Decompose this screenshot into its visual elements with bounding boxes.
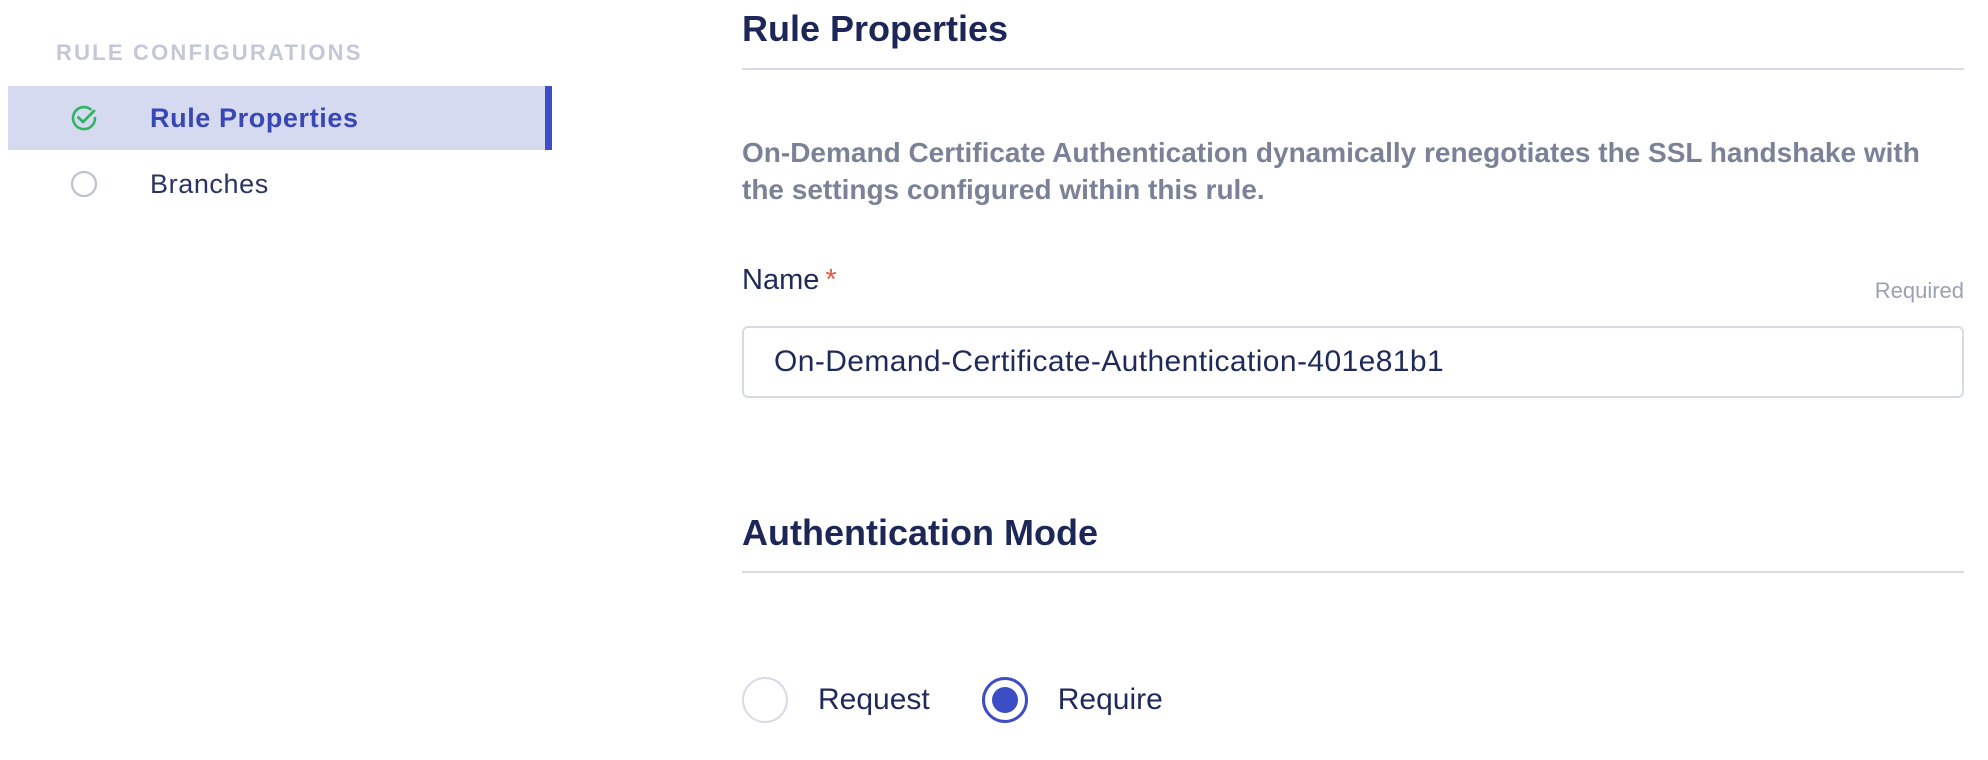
sidebar: RULE CONFIGURATIONS Rule Properties Bran… xyxy=(0,0,560,760)
main-content: Rule Properties On-Demand Certificate Au… xyxy=(742,0,1964,760)
sidebar-heading: RULE CONFIGURATIONS xyxy=(56,40,363,65)
authentication-mode-radio-group: Request Require xyxy=(742,676,1215,724)
authentication-mode-title: Authentication Mode xyxy=(742,512,1098,553)
rule-configuration-page: RULE CONFIGURATIONS Rule Properties Bran… xyxy=(0,0,1988,760)
sidebar-item-label: Rule Properties xyxy=(150,102,359,133)
sidebar-item-label: Branches xyxy=(150,168,269,199)
section-divider xyxy=(742,571,1964,573)
sidebar-item-branches[interactable]: Branches xyxy=(8,152,552,216)
empty-circle-icon xyxy=(69,169,99,199)
name-field-label: Name * xyxy=(742,264,837,297)
radio-option-require[interactable]: Require xyxy=(981,677,1163,723)
sidebar-item-rule-properties[interactable]: Rule Properties xyxy=(8,86,552,150)
required-hint: Required xyxy=(1874,278,1964,303)
radio-button-request[interactable] xyxy=(742,677,788,723)
name-input[interactable] xyxy=(742,326,1964,398)
radio-label-require: Require xyxy=(1057,683,1163,716)
radio-label-request: Request xyxy=(818,683,930,716)
section-divider xyxy=(742,68,1964,70)
rule-properties-title: Rule Properties xyxy=(742,8,1009,49)
required-asterisk: * xyxy=(825,264,837,296)
rule-description: On-Demand Certificate Authentication dyn… xyxy=(742,137,1920,205)
radio-button-require[interactable] xyxy=(981,677,1028,723)
check-circle-icon xyxy=(69,103,99,133)
radio-option-request[interactable]: Request xyxy=(742,677,930,723)
name-label-text: Name xyxy=(742,264,820,296)
